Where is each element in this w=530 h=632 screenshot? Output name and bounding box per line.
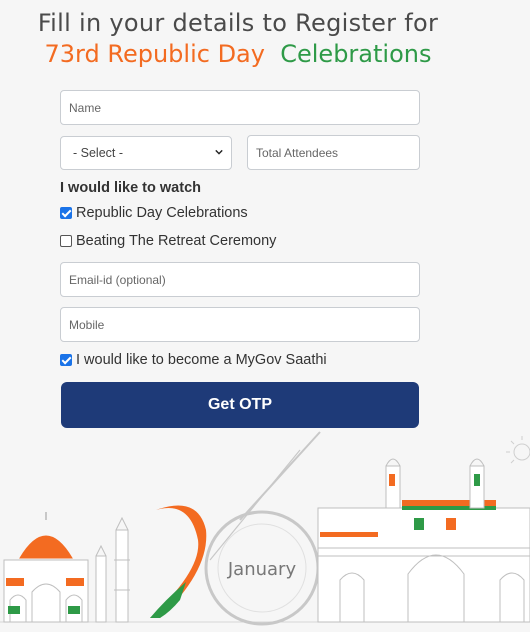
- republic-day-checkbox[interactable]: [60, 207, 72, 219]
- beating-retreat-checkbox[interactable]: [60, 235, 72, 247]
- heading-line-2: 73rd Republic Day Celebrations: [0, 39, 476, 70]
- sun-icon: [506, 436, 530, 464]
- republic-day-illustration: January: [0, 431, 530, 626]
- option-mygov-saathi[interactable]: I would like to become a MyGov Saathi: [60, 352, 327, 368]
- mobile-placeholder: Mobile: [69, 317, 105, 332]
- beating-retreat-label: Beating The Retreat Ceremony: [76, 233, 277, 249]
- total-attendees-input[interactable]: Total Attendees: [247, 135, 420, 170]
- attendee-type-select[interactable]: - Select -: [60, 136, 232, 170]
- select-value: - Select -: [73, 146, 124, 160]
- minar-icon: [95, 516, 130, 623]
- month-label: January: [227, 559, 297, 580]
- taj-mahal-icon: [3, 512, 89, 623]
- heading-event-name: 73rd Republic Day: [44, 40, 265, 68]
- republic-day-label: Republic Day Celebrations: [76, 205, 248, 221]
- heading-line-1: Fill in your details to Register for: [37, 9, 439, 37]
- saathi-checkbox[interactable]: [60, 354, 72, 366]
- name-placeholder: Name: [69, 100, 102, 115]
- watch-label: I would like to watch: [60, 180, 201, 196]
- gateway-of-india-icon: [317, 458, 530, 623]
- page-heading: Fill in your details to Register for 73r…: [0, 8, 476, 70]
- name-input[interactable]: Name: [60, 90, 420, 125]
- chevron-down-icon: [215, 149, 223, 155]
- email-input[interactable]: Email-id (optional): [60, 262, 420, 297]
- saathi-label: I would like to become a MyGov Saathi: [76, 352, 327, 368]
- option-republic-day[interactable]: Republic Day Celebrations: [60, 205, 248, 221]
- email-placeholder: Email-id (optional): [69, 272, 166, 287]
- attendees-placeholder: Total Attendees: [256, 145, 339, 160]
- heading-celebrations: Celebrations: [280, 40, 432, 68]
- mobile-input[interactable]: Mobile: [60, 307, 420, 342]
- twenty-six-graphic: January: [150, 431, 321, 626]
- option-beating-retreat[interactable]: Beating The Retreat Ceremony: [60, 233, 276, 249]
